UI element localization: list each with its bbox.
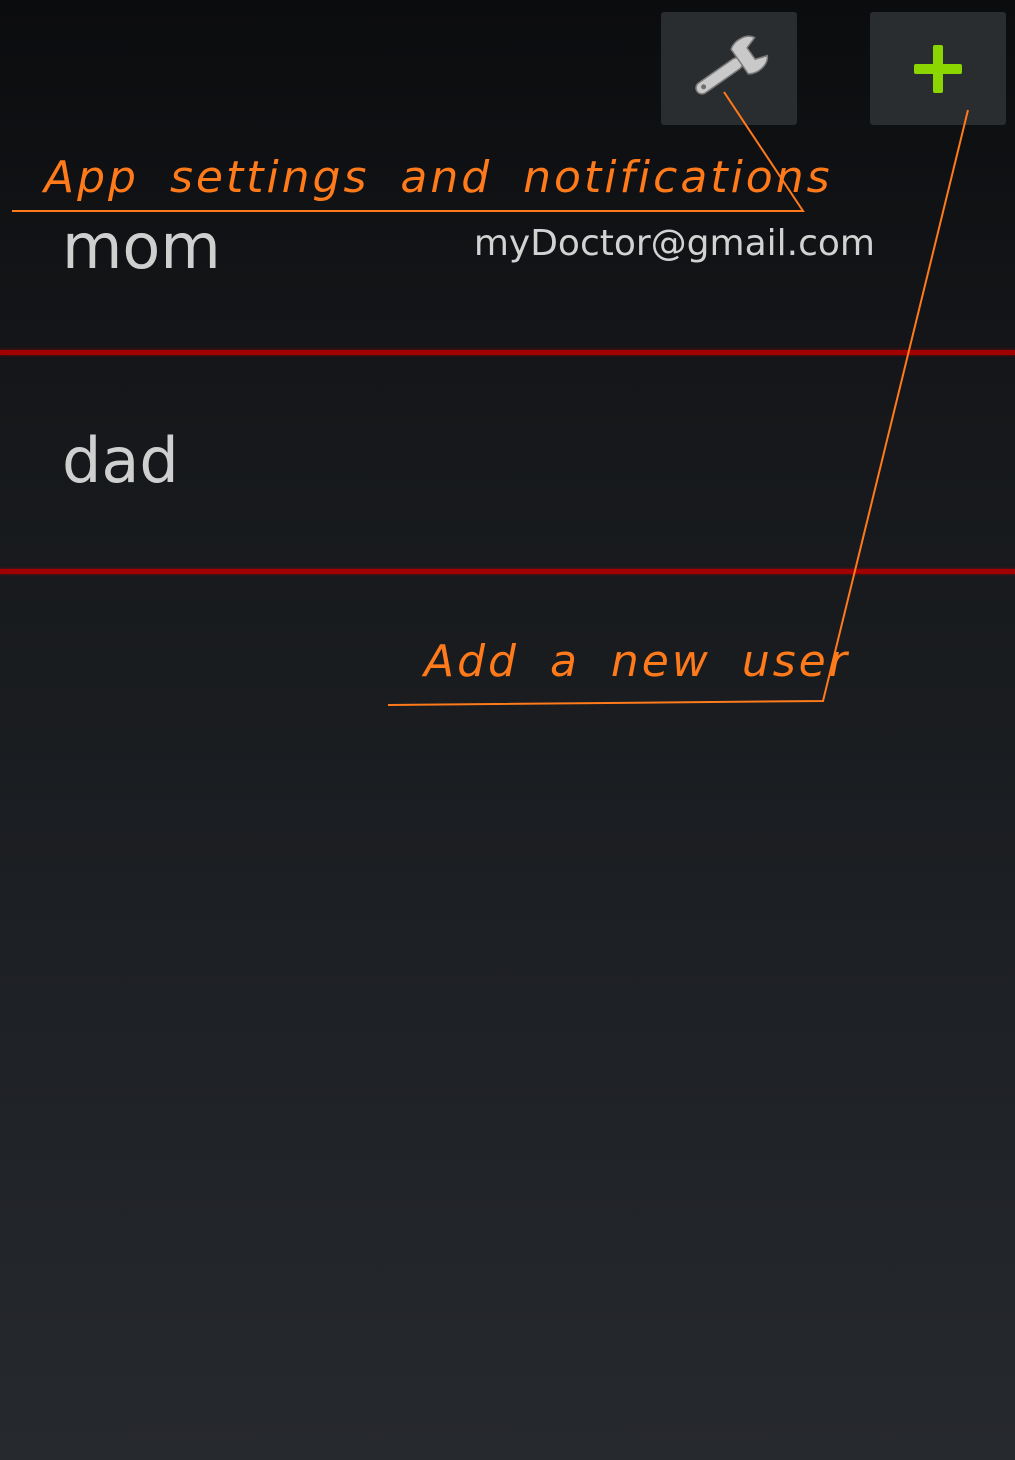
list-divider [0, 350, 1015, 355]
wrench-icon [695, 35, 769, 95]
settings-button[interactable] [661, 12, 797, 125]
plus-icon [914, 44, 962, 93]
user-row-mom[interactable]: mom myDoctor@gmail.com [0, 200, 1015, 350]
screen: mom myDoctor@gmail.com dad App settings … [0, 0, 1015, 1460]
user-name: dad [62, 424, 179, 497]
user-email: myDoctor@gmail.com [473, 223, 875, 264]
user-name: mom [62, 210, 221, 283]
add-user-annotation: Add a new user [424, 636, 850, 687]
list-divider [0, 569, 1015, 574]
settings-annotation: App settings and notifications [44, 152, 833, 203]
user-row-dad[interactable]: dad [0, 356, 1015, 570]
add-user-button[interactable] [870, 12, 1006, 125]
